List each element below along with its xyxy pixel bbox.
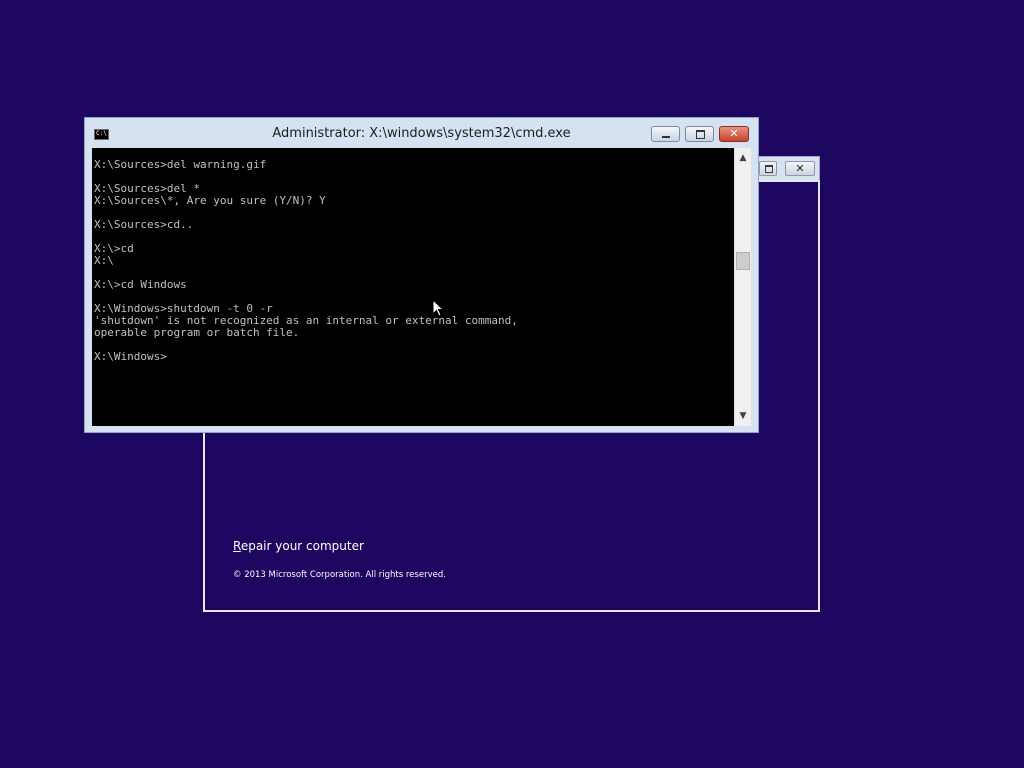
- scroll-down-button[interactable]: ▼: [735, 408, 751, 424]
- repair-link-accelerator: R: [233, 539, 241, 553]
- vertical-scrollbar[interactable]: ▲ ▼: [734, 148, 751, 426]
- repair-link-text: epair your computer: [240, 539, 364, 553]
- minimize-button[interactable]: [651, 126, 680, 142]
- cmd-window: C:\ Administrator: X:\windows\system32\c…: [84, 117, 759, 433]
- console-output: X:\Sources>del warning.gif X:\Sources>de…: [94, 158, 518, 363]
- setup-close-button[interactable]: ✕: [785, 161, 815, 176]
- copyright-text: © 2013 Microsoft Corporation. All rights…: [233, 570, 446, 580]
- setup-maximize-button[interactable]: [759, 161, 777, 176]
- maximize-icon: [696, 130, 705, 139]
- console-area[interactable]: X:\Sources>del warning.gif X:\Sources>de…: [92, 148, 734, 426]
- scroll-up-button[interactable]: ▲: [735, 150, 751, 166]
- mouse-cursor-icon: [432, 299, 444, 317]
- minimize-icon: [662, 136, 670, 138]
- maximize-button[interactable]: [685, 126, 714, 142]
- close-button[interactable]: ✕: [719, 126, 749, 142]
- cmd-titlebar[interactable]: C:\ Administrator: X:\windows\system32\c…: [85, 118, 758, 148]
- setup-window-titlebar: ✕: [758, 156, 820, 182]
- scroll-thumb[interactable]: [736, 252, 750, 270]
- repair-your-computer-link[interactable]: Repair your computer: [233, 539, 364, 553]
- desktop: ✕ Repair your computer © 2013 Microsoft …: [0, 0, 1024, 768]
